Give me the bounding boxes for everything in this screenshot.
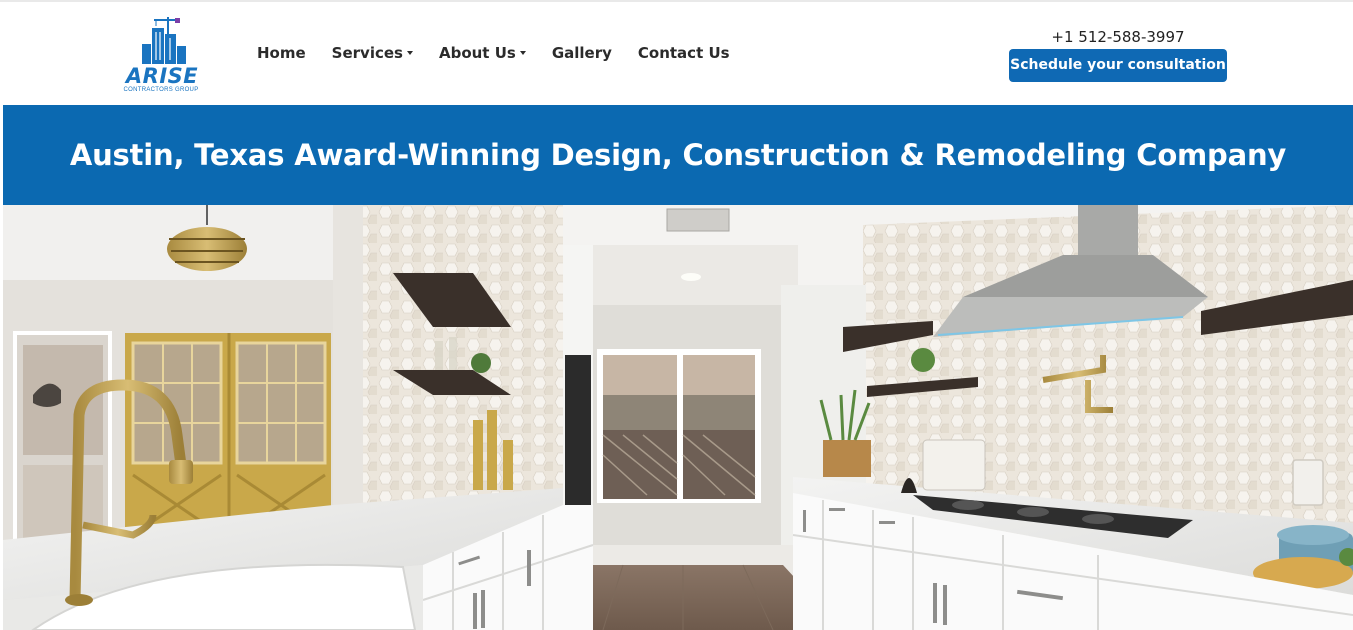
- schedule-consultation-button[interactable]: Schedule your consultation: [1009, 49, 1227, 82]
- nav-item-gallery[interactable]: Gallery: [552, 44, 612, 62]
- nav-item-services[interactable]: Services: [332, 44, 413, 62]
- nav-item-contact-us[interactable]: Contact Us: [638, 44, 730, 62]
- phone-number-link[interactable]: +1 512-588-3997: [1009, 28, 1227, 46]
- nav-item-label: Gallery: [551, 44, 612, 62]
- main-nav: Home Services About Us Gallery Contact U…: [257, 42, 756, 64]
- city-skyline-crane-icon: [142, 17, 186, 64]
- hero-kitchen-image: [3, 205, 1353, 630]
- nav-item-label: Home: [257, 44, 306, 62]
- nav-item-label: Services: [331, 44, 403, 62]
- caret-down-icon: [519, 51, 526, 55]
- caret-down-icon: [406, 51, 413, 55]
- nav-item-label: About Us: [438, 44, 516, 62]
- hero-heading: Austin, Texas Award-Winning Design, Cons…: [69, 138, 1287, 172]
- nav-item-home[interactable]: Home: [257, 44, 306, 62]
- kitchen-photo: [3, 205, 1353, 630]
- nav-item-about-us[interactable]: About Us: [439, 44, 526, 62]
- nav-item-label: Contact Us: [637, 44, 730, 62]
- brand-name: ARISE: [125, 64, 199, 88]
- site-header: ARISE CONTRACTORS GROUP Home Services Ab…: [0, 2, 1353, 105]
- hero-banner: Austin, Texas Award-Winning Design, Cons…: [3, 105, 1353, 205]
- brand-logo[interactable]: ARISE CONTRACTORS GROUP: [118, 14, 204, 98]
- brand-tagline: CONTRACTORS GROUP: [123, 87, 199, 93]
